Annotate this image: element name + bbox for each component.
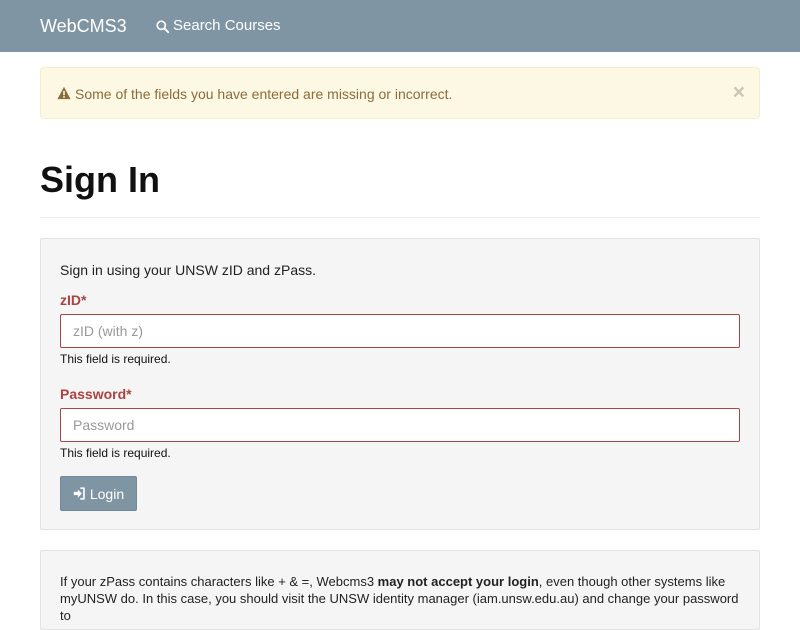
- zpass-info-text: If your zPass contains characters like +…: [60, 573, 740, 624]
- error-alert: Some of the fields you have entered are …: [40, 67, 760, 119]
- alert-message: Some of the fields you have entered are …: [75, 86, 453, 102]
- zid-error-help: This field is required.: [60, 352, 171, 366]
- info-text-start: If your zPass contains characters like +…: [60, 574, 378, 589]
- login-label: Login: [89, 485, 125, 502]
- sign-in-form: Sign in using your UNSW zID and zPass. z…: [40, 238, 760, 530]
- zid-label: zID*: [60, 292, 87, 308]
- warning-icon: [57, 86, 71, 100]
- search-icon: [156, 19, 169, 33]
- title-divider: [40, 217, 760, 218]
- brand-link[interactable]: WebCMS3: [40, 15, 127, 37]
- search-courses-label: Search Courses: [173, 17, 281, 34]
- login-button[interactable]: Login: [60, 476, 137, 511]
- zid-input[interactable]: [60, 314, 740, 348]
- password-input[interactable]: [60, 408, 740, 442]
- top-navbar: WebCMS3 Search Courses: [0, 0, 800, 52]
- sign-in-icon: [73, 487, 85, 500]
- password-label: Password*: [60, 386, 132, 402]
- zpass-info-panel: If your zPass contains characters like +…: [40, 550, 760, 630]
- sign-in-intro: Sign in using your UNSW zID and zPass.: [60, 262, 316, 278]
- close-icon[interactable]: ×: [733, 82, 745, 103]
- page-title: Sign In: [40, 159, 160, 200]
- info-text-bold: may not accept your login: [377, 574, 539, 589]
- password-error-help: This field is required.: [60, 446, 171, 460]
- search-courses-link[interactable]: Search Courses: [156, 17, 281, 35]
